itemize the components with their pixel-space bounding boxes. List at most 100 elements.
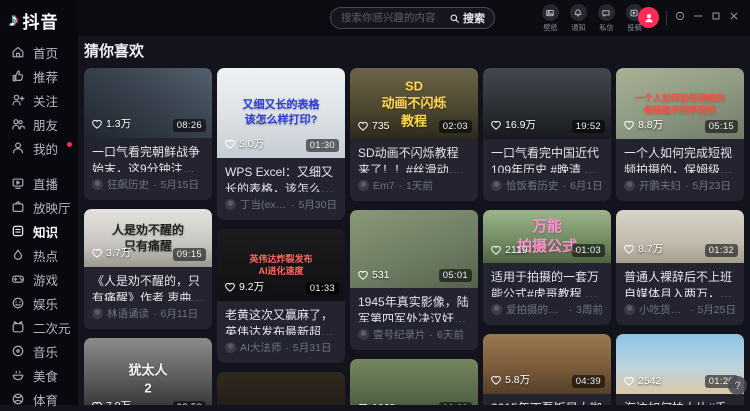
video-thumbnail[interactable] (217, 372, 345, 405)
video-author-row[interactable]: 林语诵读 · 6月11日 (84, 301, 212, 329)
video-duration: 01:33 (306, 282, 339, 295)
video-card[interactable]: 英伟达炸裂发布 AI进化速度 9.2万 01:33 老黄这次又赢麻了，英伟达发布… (217, 229, 345, 363)
video-author-row[interactable]: 恰饭看历史 · 6月1日 (483, 173, 611, 201)
search-bar[interactable]: 搜索 (330, 7, 495, 29)
video-thumbnail[interactable]: 2542 01:20 (616, 334, 744, 394)
video-title[interactable]: 普通人裸辞后不上班自媒体月入两万，今天分享如何做一个赚… (616, 263, 744, 297)
search-button[interactable]: 搜索 (449, 10, 494, 26)
meta-separator: · (399, 180, 403, 192)
video-thumbnail[interactable]: 8.7万 01:32 (616, 210, 744, 263)
video-thumbnail[interactable]: 一个人如何拍短视频的 保姆级手把手教程 8.8万 05:15 (616, 68, 744, 139)
video-thumbnail[interactable]: 16.9万 19:52 (483, 68, 611, 139)
notifications-button[interactable]: 通知 (566, 4, 590, 33)
video-card[interactable]: 16.9万 19:52 一口气看完中国近代109年历史 #晚清 #北洋政府 #民… (483, 68, 611, 201)
like-count-value: 16.9万 (505, 117, 536, 132)
video-card[interactable]: 8.7万 01:32 普通人裸辞后不上班自媒体月入两万，今天分享如何做一个赚… … (616, 210, 744, 325)
video-card[interactable]: 人是劝不醒的 只有痛醒 3.7万 09:15 《人是劝不醒的，只有痛醒》作者 衷… (84, 209, 212, 329)
wallpaper-icon (542, 4, 559, 21)
video-title[interactable]: 老黄这次又赢麻了，英伟达发布最新超算GH200，单卡576G显… (217, 301, 345, 335)
user-avatar[interactable] (638, 7, 659, 28)
video-title[interactable]: SD动画不闪烁教程来了！！#丝滑动画 #stablediffusion #教程 (350, 139, 478, 173)
video-thumbnail[interactable]: 英伟达炸裂发布 AI进化速度 9.2万 01:33 (217, 229, 345, 301)
like-count-value: 735 (372, 120, 390, 132)
video-thumbnail[interactable]: 5.8万 04:39 (483, 334, 611, 394)
close-button[interactable] (728, 10, 740, 22)
sidebar-item-friends[interactable]: 朋友 (0, 112, 78, 136)
video-card[interactable]: 1068 03:30 (350, 359, 478, 405)
like-count-value: 531 (372, 269, 390, 281)
heart-icon (91, 247, 103, 259)
video-card[interactable]: 犹太人 2 7.9万 02:50 (84, 338, 212, 405)
video-card[interactable]: SD 动画不闪烁 教程 735 02:03 SD动画不闪烁教程来了！！#丝滑动画… (350, 68, 478, 201)
video-title[interactable]: 一个人如何完成短视频拍摄的，保姆级教程来了，新手小白也… (616, 139, 744, 173)
video-author-row[interactable]: 爱拍摄的虎哥（线下课… · 3周前 (483, 297, 611, 325)
window-controls (674, 10, 740, 22)
sidebar-item-recommend[interactable]: 推荐 (0, 64, 78, 88)
feed-column-1: 1.3万 08:26 一口气看完朝鲜战争始末，这9分钟注定刷新你我认知 #勿忘历… (84, 68, 212, 405)
video-author-row[interactable]: 开鹏夫妇 · 5月23日 (616, 173, 744, 201)
sidebar-item-live[interactable]: 直播 (0, 171, 78, 195)
search-input[interactable] (331, 12, 449, 24)
search-button-label: 搜索 (463, 10, 485, 26)
like-count-value: 5.0万 (239, 136, 264, 151)
author-name: 丁当(excel零基础教学) (240, 197, 287, 212)
video-title[interactable]: 2015年丁磊饭局大咖云集，号称 (483, 394, 611, 405)
sidebar-item-sports[interactable]: 体育 (0, 387, 78, 411)
video-thumbnail[interactable]: 人是劝不醒的 只有痛醒 3.7万 09:15 (84, 209, 212, 267)
video-title[interactable]: 海边如何拍大片#手机摄影 #小叶 (616, 394, 744, 405)
author-avatar (624, 304, 635, 315)
video-title[interactable]: 《人是劝不醒的，只有痛醒》作者 衷曲无闻 #人生感悟 (84, 267, 212, 301)
video-card[interactable]: 5.8万 04:39 2015年丁磊饭局大咖云集，号称 (483, 334, 611, 405)
douyin-logo[interactable]: ♪ 抖音 (0, 0, 78, 32)
video-thumbnail[interactable]: SD 动画不闪烁 教程 735 02:03 (350, 68, 478, 139)
video-title[interactable]: 一口气看完中国近代109年历史 #晚清 #北洋政府 #民国 #抗日战… (483, 139, 611, 173)
maximize-button[interactable] (710, 10, 722, 22)
sidebar-item-mine[interactable]: 我的 (0, 136, 78, 160)
video-thumbnail[interactable]: 1.3万 08:26 (84, 68, 212, 138)
video-title[interactable]: 1945年真实影像，陆军第四军处决汉奸过程，连开两枪才将其… (350, 288, 478, 322)
video-card[interactable]: 万能 拍摄公式 2119 01:03 适用于拍摄的一套万能公式#虎哥教程 #摄影… (483, 210, 611, 325)
video-author-row[interactable]: Em7 · 1天前 (350, 173, 478, 201)
like-count-value: 7.9万 (106, 398, 131, 405)
sidebar-item-entertainment[interactable]: 娱乐 (0, 291, 78, 315)
video-author-row[interactable]: 狂飙历史 · 5月15日 (84, 172, 212, 200)
video-author-row[interactable]: 小吃货李焕赫 · 5月25日 (616, 297, 744, 325)
sidebar-item-anime[interactable]: 二次元 (0, 315, 78, 339)
video-thumbnail[interactable]: 531 05:01 (350, 210, 478, 288)
video-card[interactable]: 一个人如何拍短视频的 保姆级手把手教程 8.8万 05:15 一个人如何完成短视… (616, 68, 744, 201)
like-count: 5.8万 (490, 372, 530, 387)
sidebar-item-hot[interactable]: 热点 (0, 243, 78, 267)
sidebar-item-food[interactable]: 美食 (0, 363, 78, 387)
sidebar-item-cinema[interactable]: 放映厅 (0, 195, 78, 219)
video-author-row[interactable]: AI大法师 · 5月31日 (217, 335, 345, 363)
video-card[interactable]: 2542 01:20 海边如何拍大片#手机摄影 #小叶 (616, 334, 744, 405)
video-title[interactable]: WPS Excel：又细又长的表格，该怎么样打印？#wps #excel #… (217, 158, 345, 192)
sidebar-item-game[interactable]: 游戏 (0, 267, 78, 291)
video-title[interactable]: 适用于拍摄的一套万能公式#虎哥教程 #摄影教学 (483, 263, 611, 297)
messages-button[interactable]: 私信 (594, 4, 618, 33)
video-author-row[interactable]: 壹号纪录片 · 6天前 (350, 322, 478, 350)
video-thumbnail[interactable]: 犹太人 2 7.9万 02:50 (84, 338, 212, 405)
publish-date: 5月30日 (298, 197, 337, 212)
help-button[interactable]: ? (728, 376, 747, 395)
minimize-button[interactable] (692, 10, 704, 22)
video-thumbnail[interactable]: 万能 拍摄公式 2119 01:03 (483, 210, 611, 263)
author-avatar (491, 304, 502, 315)
sidebar-item-knowledge[interactable]: 知识 (0, 219, 78, 243)
sidebar-item-home[interactable]: 首页 (0, 40, 78, 64)
settings-button[interactable] (674, 10, 686, 22)
video-card[interactable]: 又细又长的表格 该怎么样打印? 5.0万 01:30 WPS Excel：又细又… (217, 68, 345, 220)
sidebar-item-follow[interactable]: 关注 (0, 88, 78, 112)
video-card[interactable]: 1.3万 08:26 一口气看完朝鲜战争始末，这9分钟注定刷新你我认知 #勿忘历… (84, 68, 212, 200)
video-card[interactable] (217, 372, 345, 405)
sidebar: ♪ 抖音 首页 推荐 关注 朋友 我的 直播 放映厅 知识 热点 (0, 0, 78, 405)
video-card[interactable]: 531 05:01 1945年真实影像，陆军第四军处决汉奸过程，连开两枪才将其…… (350, 210, 478, 350)
wallpaper-button[interactable]: 壁纸 (538, 4, 562, 33)
video-title[interactable]: 一口气看完朝鲜战争始末，这9分钟注定刷新你我认知 #勿忘历史… (84, 138, 212, 172)
video-author-row[interactable]: 丁当(excel零基础教学) · 5月30日 (217, 192, 345, 220)
users-icon (11, 117, 25, 131)
video-thumbnail[interactable]: 1068 03:30 (350, 359, 478, 405)
ball-icon (11, 392, 25, 406)
video-thumbnail[interactable]: 又细又长的表格 该怎么样打印? 5.0万 01:30 (217, 68, 345, 158)
sidebar-item-music[interactable]: 音乐 (0, 339, 78, 363)
